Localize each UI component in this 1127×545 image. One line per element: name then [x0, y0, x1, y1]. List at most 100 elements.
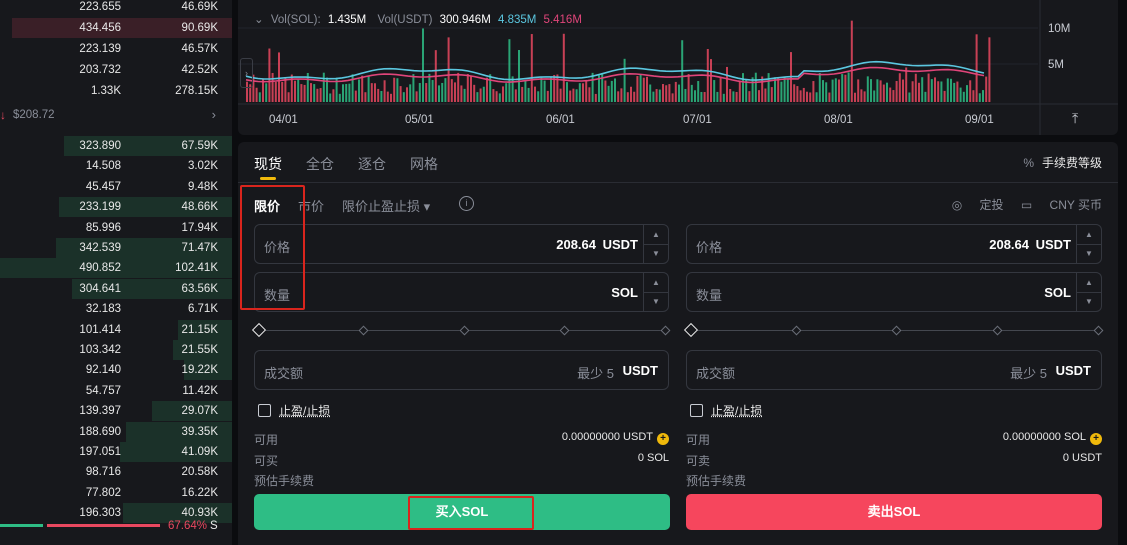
buy-quantity-field[interactable]: 数量 SOL ▲ ▼ — [254, 272, 669, 312]
volume-chart[interactable]: ⌄ Vol(SOL): 1.435M Vol(USDT) 300.946M 4.… — [238, 0, 1118, 135]
sell-tpsl-label: 止盈/止损 — [711, 404, 763, 418]
vol-usdt-label: Vol(USDT) — [377, 14, 433, 26]
legend-chevron-icon[interactable]: ⌄ — [254, 14, 264, 26]
bid-row[interactable]: 32.183 6.71K — [0, 299, 232, 319]
slider-handle[interactable] — [251, 322, 267, 338]
bid-row[interactable]: 54.757 11.42K — [0, 381, 232, 401]
bid-row[interactable]: 103.342 21.55K — [0, 340, 232, 360]
bid-price: 85.996 — [85, 221, 121, 234]
bid-row[interactable]: 304.641 63.56K — [0, 278, 232, 299]
volume-bar — [825, 82, 828, 102]
slider-handle[interactable] — [683, 322, 699, 338]
info-icon[interactable]: i — [459, 196, 474, 211]
increment-icon[interactable]: ▲ — [644, 273, 668, 293]
decrement-icon[interactable]: ▼ — [644, 292, 668, 311]
sell-total-min: 最少 5 — [1010, 366, 1047, 381]
volume-bar — [636, 76, 639, 102]
bid-row[interactable]: 490.852 102.41K — [0, 258, 232, 279]
sell-price-field[interactable]: 价格 208.64 USDT ▲ ▼ — [686, 224, 1102, 264]
slider-mark-75[interactable] — [559, 325, 570, 336]
volume-bar — [649, 84, 652, 102]
chart-collapse-button[interactable]: › — [240, 58, 253, 88]
decrement-icon[interactable]: ▼ — [1077, 244, 1101, 263]
bid-row[interactable]: 323.890 67.59K — [0, 136, 232, 156]
buy-amount-slider[interactable] — [251, 322, 671, 338]
bid-row[interactable]: 98.716 20.58K — [0, 462, 232, 482]
volume-bar — [486, 77, 488, 102]
y-tick-5m: 5M — [1048, 59, 1064, 71]
ask-row[interactable]: 203.732 42.52K — [0, 60, 232, 80]
ask-row[interactable]: 1.33K 278.15K — [0, 81, 232, 101]
bid-row[interactable]: 45.457 9.48K — [0, 177, 232, 197]
tab-isolated-margin[interactable]: 逐仓 — [358, 154, 386, 174]
sell-tpsl-checkbox[interactable]: 止盈/止损 — [690, 402, 762, 419]
bid-row[interactable]: 85.996 17.94K — [0, 218, 232, 238]
volume-bar — [777, 78, 780, 102]
bid-row[interactable]: 77.802 16.22K — [0, 483, 232, 503]
volume-bar — [492, 89, 495, 102]
buy-price-stepper[interactable]: ▲ ▼ — [643, 225, 668, 263]
bid-row[interactable]: 197.051 41.09K — [0, 442, 232, 462]
sell-price-value[interactable]: 208.64 — [989, 237, 1029, 252]
slider-mark-25[interactable] — [791, 325, 802, 336]
tab-spot[interactable]: 现货 — [254, 154, 282, 174]
tab-grid[interactable]: 网格 — [410, 154, 438, 174]
recurring-buy-link[interactable]: ◎ 定投 — [952, 198, 1004, 212]
slider-mark-50[interactable] — [459, 325, 470, 336]
volume-bar — [588, 87, 591, 102]
buy-tpsl-checkbox[interactable]: 止盈/止损 — [258, 402, 330, 419]
volume-bar — [412, 74, 415, 102]
sell-amount-slider[interactable] — [683, 322, 1104, 338]
deposit-plus-icon[interactable]: + — [1090, 433, 1102, 445]
bid-amount: 48.66K — [181, 201, 218, 214]
volume-bar — [988, 37, 991, 102]
chart-fit-icon[interactable]: ⤒ — [1072, 110, 1078, 127]
chevron-right-icon[interactable]: › — [212, 107, 216, 122]
bid-row[interactable]: 14.508 3.02K — [0, 156, 232, 176]
buy-total-field[interactable]: 成交额 最少 5 USDT — [254, 350, 669, 390]
bid-row[interactable]: 92.140 19.22K — [0, 360, 232, 381]
buy-crypto-link[interactable]: ▭ CNY 买币 — [1021, 198, 1102, 212]
increment-icon[interactable]: ▲ — [644, 225, 668, 245]
ask-row[interactable]: 223.139 46.57K — [0, 39, 232, 59]
volume-bar — [799, 90, 802, 102]
sell-quantity-stepper[interactable]: ▲ ▼ — [1076, 273, 1101, 311]
bid-amount: 17.94K — [181, 221, 218, 234]
increment-icon[interactable]: ▲ — [1077, 225, 1101, 245]
slider-mark-75[interactable] — [992, 325, 1003, 336]
decrement-icon[interactable]: ▼ — [644, 244, 668, 263]
volume-bar — [674, 81, 677, 102]
checkbox-icon[interactable] — [690, 404, 703, 417]
buy-quantity-stepper[interactable]: ▲ ▼ — [643, 273, 668, 311]
buy-price-field[interactable]: 价格 208.64 USDT ▲ ▼ — [254, 224, 669, 264]
sell-price-stepper[interactable]: ▲ ▼ — [1076, 225, 1101, 263]
bid-row[interactable]: 101.414 21.15K — [0, 319, 232, 340]
ask-row[interactable]: 223.655 46.69K — [0, 0, 232, 17]
tab-cross-margin[interactable]: 全仓 — [306, 154, 334, 174]
volume-bar — [457, 72, 460, 102]
sell-total-field[interactable]: 成交额 最少 5 USDT — [686, 350, 1102, 390]
volume-bar — [566, 82, 568, 102]
volume-bar — [322, 72, 325, 102]
bid-row[interactable]: 188.690 39.35K — [0, 421, 232, 442]
increment-icon[interactable]: ▲ — [1077, 273, 1101, 293]
slider-mark-25[interactable] — [358, 325, 369, 336]
checkbox-icon[interactable] — [258, 404, 271, 417]
slider-mark-100[interactable] — [1093, 325, 1104, 336]
volume-bar — [342, 84, 344, 102]
bid-row[interactable]: 342.539 71.47K — [0, 238, 232, 258]
bid-row[interactable]: 233.199 48.66K — [0, 197, 232, 218]
deposit-plus-icon[interactable]: + — [657, 433, 669, 445]
buy-tpsl-label: 止盈/止损 — [279, 404, 331, 418]
sell-quantity-field[interactable]: 数量 SOL ▲ ▼ — [686, 272, 1102, 312]
bid-row[interactable]: 139.397 29.07K — [0, 401, 232, 422]
order-type-stop-limit[interactable]: 限价止盈止损 ▾ — [342, 196, 430, 215]
slider-mark-50[interactable] — [891, 325, 902, 336]
slider-mark-100[interactable] — [660, 325, 671, 336]
sell-button[interactable]: 卖出SOL — [686, 494, 1102, 530]
mid-price-row[interactable]: ↓ $208.72 › — [0, 107, 232, 125]
ask-row[interactable]: 434.456 90.69K — [0, 18, 232, 38]
fee-tier-link[interactable]: % 手续费等级 — [1023, 154, 1102, 171]
decrement-icon[interactable]: ▼ — [1077, 292, 1101, 311]
buy-price-value[interactable]: 208.64 — [556, 237, 596, 252]
